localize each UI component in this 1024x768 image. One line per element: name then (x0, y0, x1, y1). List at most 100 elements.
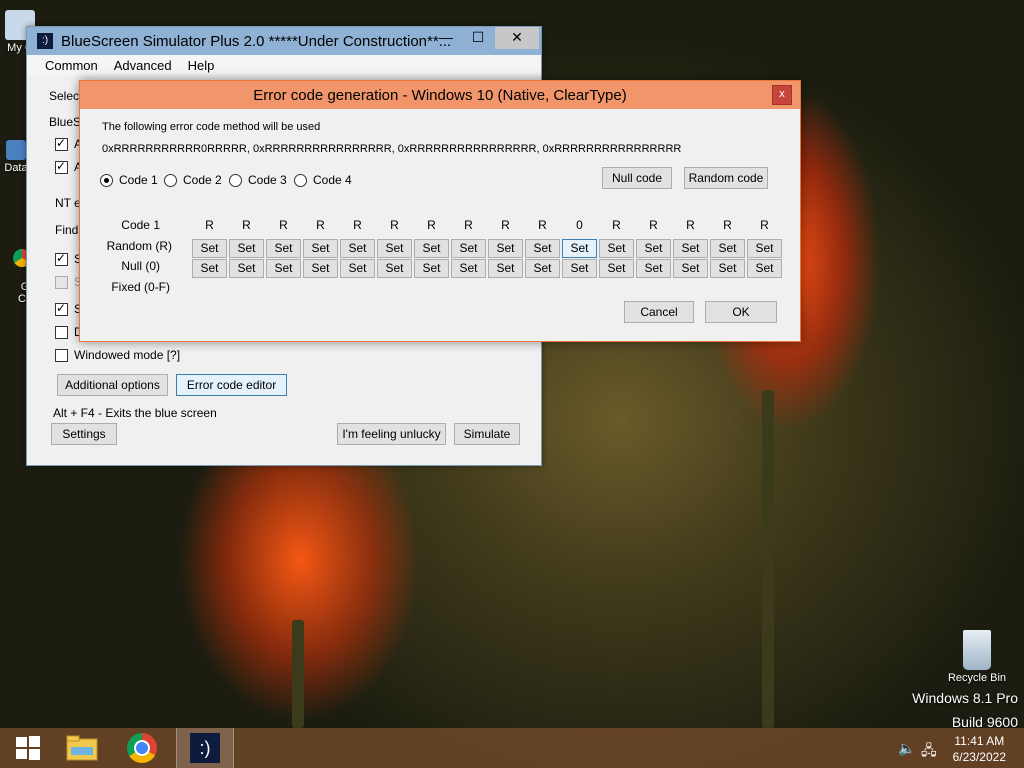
taskbar-chrome[interactable] (114, 728, 170, 768)
set-null-button[interactable]: Set (414, 259, 449, 278)
ok-button[interactable]: OK (705, 301, 777, 323)
settings-button[interactable]: Settings (51, 423, 117, 445)
windowed-mode-label: Windowed mode [?] (74, 348, 181, 362)
minimize-button[interactable]: — (431, 27, 461, 49)
system-clock[interactable]: 11:41 AM 6/23/2022 (953, 733, 1006, 765)
set-null-button[interactable]: Set (451, 259, 486, 278)
main-titlebar[interactable]: :) BlueScreen Simulator Plus 2.0 *****Un… (27, 27, 541, 55)
option-s3-checkbox[interactable] (55, 301, 68, 317)
set-null-button[interactable]: Set (303, 259, 338, 278)
set-null-button[interactable]: Set (636, 259, 671, 278)
option-a1[interactable]: A (55, 136, 82, 152)
network-icon[interactable]: 🖧 (921, 740, 937, 764)
app-icon: :) (37, 33, 53, 49)
set-random-button[interactable]: Set (525, 239, 560, 258)
maximize-button[interactable]: ☐ (463, 27, 493, 49)
taskbar-file-explorer[interactable] (54, 728, 110, 768)
feeling-unlucky-button[interactable]: I'm feeling unlucky (337, 423, 446, 445)
taskbar-bluescreen-simulator[interactable]: :) (176, 728, 234, 768)
column-value: R (390, 218, 399, 232)
set-random-button[interactable]: Set (192, 239, 227, 258)
error-code-editor-button[interactable]: Error code editor (176, 374, 287, 396)
set-random-button[interactable]: Set (303, 239, 338, 258)
set-null-button[interactable]: Set (377, 259, 412, 278)
option-d-checkbox[interactable] (55, 326, 68, 340)
start-button[interactable] (0, 728, 56, 768)
recycle-bin-label: Recycle Bin (947, 672, 1007, 684)
recycle-bin[interactable]: Recycle Bin (940, 630, 1014, 684)
set-null-button[interactable]: Set (192, 259, 227, 278)
set-random-button[interactable]: Set (636, 239, 671, 258)
set-null-button[interactable]: Set (562, 259, 597, 278)
watermark-edition: Windows 8.1 Pro (912, 690, 1018, 706)
set-null-button[interactable]: Set (599, 259, 634, 278)
set-null-button[interactable]: Set (229, 259, 264, 278)
column-value: R (205, 218, 214, 232)
set-null-button[interactable]: Set (710, 259, 745, 278)
menu-advanced[interactable]: Advanced (106, 58, 180, 73)
option-a1-checkbox[interactable] (55, 136, 68, 152)
row-label-code: Code 1 (121, 218, 160, 232)
dialog-close-button[interactable]: x (772, 85, 792, 105)
menu-help[interactable]: Help (180, 58, 223, 73)
radio-code-2[interactable]: Code 2 (164, 173, 222, 188)
set-null-button[interactable]: Set (266, 259, 301, 278)
option-s2[interactable]: S (55, 275, 82, 290)
cancel-button[interactable]: Cancel (624, 301, 694, 323)
set-random-button[interactable]: Set (747, 239, 782, 258)
error-code-dialog: Error code generation - Windows 10 (Nati… (79, 80, 801, 342)
set-random-button[interactable]: Set (673, 239, 708, 258)
radio-code-3-label: Code 3 (248, 173, 287, 187)
set-null-button[interactable]: Set (340, 259, 375, 278)
close-button[interactable]: ✕ (495, 27, 539, 49)
set-random-button[interactable]: Set (710, 239, 745, 258)
windowed-mode-checkbox[interactable] (55, 349, 68, 363)
windows-logo-icon (16, 736, 40, 760)
set-random-button[interactable]: Set (488, 239, 523, 258)
set-random-button[interactable]: Set (414, 239, 449, 258)
option-s2-checkbox[interactable] (55, 276, 68, 290)
radio-code-1-dot[interactable] (100, 174, 113, 188)
taskbar: :) 🔈 🖧 11:41 AM 6/23/2022 (0, 728, 1024, 768)
random-code-button[interactable]: Random code (684, 167, 768, 189)
column-value: 0 (576, 218, 583, 232)
menu-common[interactable]: Common (37, 58, 106, 73)
set-random-button[interactable]: Set (377, 239, 412, 258)
set-random-button[interactable]: Set (451, 239, 486, 258)
column-value: R (649, 218, 658, 232)
set-null-button[interactable]: Set (488, 259, 523, 278)
option-a2-checkbox[interactable] (55, 159, 68, 175)
set-null-button[interactable]: Set (673, 259, 708, 278)
radio-code-2-dot[interactable] (164, 174, 177, 188)
radio-code-3[interactable]: Code 3 (229, 173, 287, 188)
dialog-titlebar[interactable]: Error code generation - Windows 10 (Nati… (80, 81, 800, 109)
main-window-title: BlueScreen Simulator Plus 2.0 *****Under… (61, 32, 451, 50)
simulate-button[interactable]: Simulate (454, 423, 520, 445)
option-s1-checkbox[interactable] (55, 251, 68, 267)
select-label: Select (49, 89, 83, 103)
option-s3[interactable]: S (55, 301, 82, 317)
column-value: R (242, 218, 251, 232)
radio-code-4-dot[interactable] (294, 174, 307, 188)
null-code-button[interactable]: Null code (602, 167, 672, 189)
set-random-button[interactable]: Set (266, 239, 301, 258)
set-random-button[interactable]: Set (229, 239, 264, 258)
set-null-button[interactable]: Set (747, 259, 782, 278)
option-a2[interactable]: A (55, 159, 82, 175)
volume-muted-icon[interactable]: 🔈 (898, 740, 915, 757)
radio-code-3-dot[interactable] (229, 174, 242, 188)
additional-options-button[interactable]: Additional options (57, 374, 168, 396)
radio-code-1[interactable]: Code 1 (100, 173, 158, 188)
column-value: R (279, 218, 288, 232)
menu-bar: Common Advanced Help (27, 55, 541, 75)
set-random-button[interactable]: Set (340, 239, 375, 258)
row-label-random: Random (R) (106, 239, 172, 253)
radio-code-4[interactable]: Code 4 (294, 173, 352, 188)
set-random-button[interactable]: Set (562, 239, 597, 258)
dialog-body: The following error code method will be … (88, 111, 792, 333)
set-null-button[interactable]: Set (525, 259, 560, 278)
radio-code-1-label: Code 1 (119, 173, 158, 187)
clock-time: 11:41 AM (954, 734, 1005, 748)
windowed-mode-option[interactable]: Windowed mode [?] (55, 348, 181, 363)
set-random-button[interactable]: Set (599, 239, 634, 258)
